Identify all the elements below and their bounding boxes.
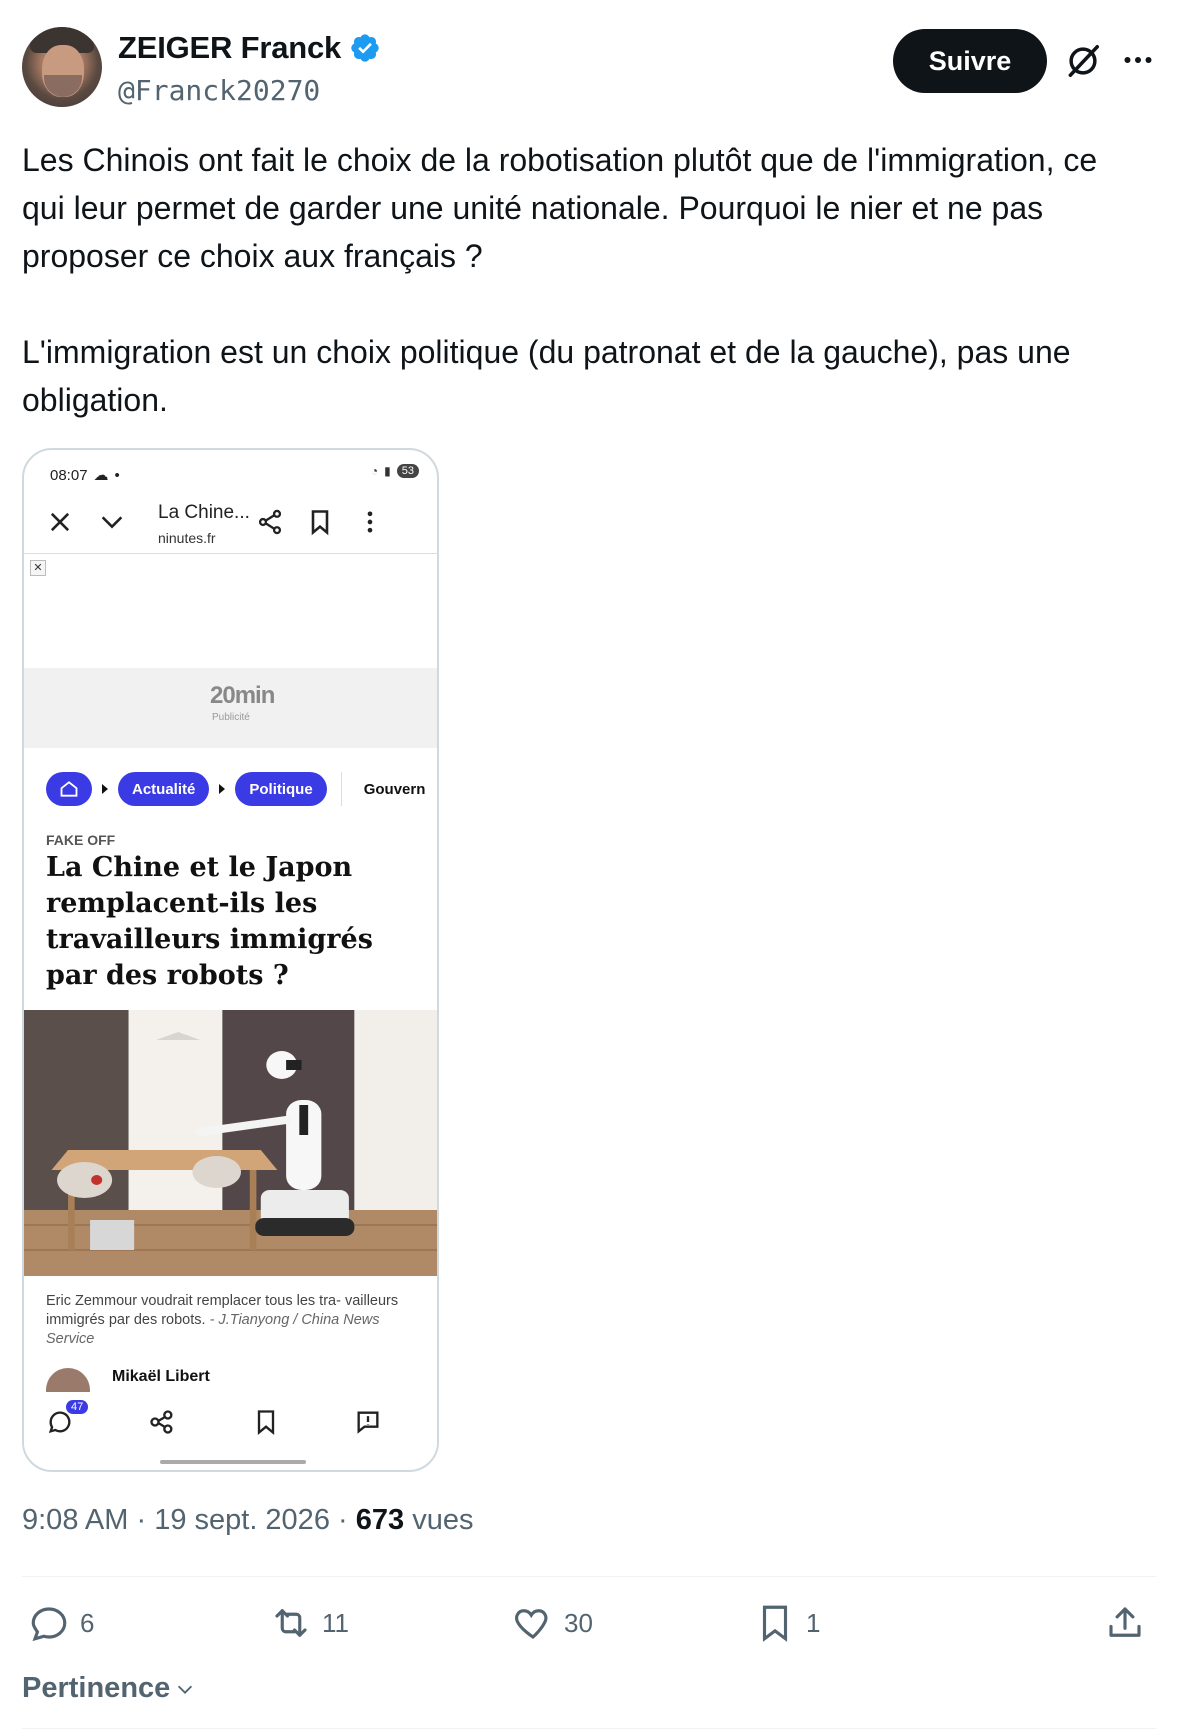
comment-count-badge: 47 bbox=[66, 1400, 89, 1414]
breadcrumb: Actualité Politique Gouvern bbox=[46, 772, 425, 806]
article-bookmark-icon bbox=[257, 1410, 275, 1435]
author-name-row: ZEIGER Franck bbox=[118, 30, 381, 66]
repost-count: 11 bbox=[322, 1607, 349, 1638]
wifi-icon: ◔ bbox=[370, 464, 379, 478]
breadcrumb-arrow-icon bbox=[102, 784, 108, 794]
network-share-icon bbox=[150, 1410, 173, 1434]
report-icon bbox=[357, 1411, 379, 1434]
toolbar-divider bbox=[24, 553, 437, 554]
breadcrumb-arrow-icon bbox=[219, 784, 226, 794]
ad-close-icon: ✕ bbox=[30, 560, 46, 576]
sort-label: Pertinence bbox=[22, 1672, 171, 1704]
like-icon bbox=[515, 1609, 548, 1639]
browser-tab-title: La Chine... bbox=[158, 502, 250, 523]
status-dot-icon: • bbox=[114, 466, 120, 484]
article-kicker: FAKE OFF bbox=[46, 832, 116, 848]
ad-label: Publicité bbox=[212, 712, 250, 723]
tweet-text: Les Chinois ont fait le choix de la robo… bbox=[22, 136, 1142, 472]
views-count: 673 bbox=[355, 1504, 405, 1536]
browser-tab-url: ninutes.fr bbox=[158, 530, 216, 546]
tweet-paragraph-2: L'immigration est un choix politique (du… bbox=[22, 334, 1071, 418]
share-button[interactable] bbox=[1104, 1602, 1146, 1644]
reply-button[interactable]: 6 bbox=[28, 1602, 94, 1644]
bookmark-icon bbox=[762, 1605, 788, 1642]
grok-icon[interactable] bbox=[1064, 42, 1102, 80]
action-bar: 6 11 30 1 bbox=[22, 1602, 1156, 1658]
article-caption: Eric Zemmour voudrait remplacer tous les… bbox=[46, 1292, 406, 1349]
tweet-time[interactable]: 9:08 AM bbox=[22, 1504, 128, 1536]
phone-status-time: 08:07 bbox=[50, 466, 88, 484]
tweet-header: ZEIGER Franck @Franck20270 Suivre bbox=[22, 26, 1156, 116]
breadcrumb-gouvernement: Gouvern bbox=[363, 780, 426, 798]
chevron-down-icon bbox=[101, 516, 123, 529]
like-button[interactable]: 30 bbox=[512, 1602, 593, 1644]
sort-dropdown[interactable]: Pertinence bbox=[22, 1672, 196, 1705]
article-bottom-bar: 47 bbox=[24, 1394, 437, 1450]
browser-toolbar: La Chine... ninutes.fr bbox=[24, 492, 437, 552]
chevron-down-icon bbox=[178, 1685, 193, 1694]
avatar[interactable] bbox=[22, 27, 102, 107]
ad-logo: 20min bbox=[210, 682, 275, 709]
article-author-name: Mikaël Libert bbox=[112, 1368, 210, 1385]
tweet-media-image[interactable]: 08:07 ☁ • ◔ ▮ 53 La Chine... ninutes.fr … bbox=[22, 448, 439, 1472]
signal-icon: ▮ bbox=[384, 464, 391, 478]
repost-icon bbox=[275, 1609, 307, 1637]
tweet-date[interactable]: 19 sept. 2026 bbox=[154, 1504, 330, 1536]
phone-status-bar: 08:07 ☁ • bbox=[50, 466, 120, 485]
tweet-meta: 9:08 AM · 19 sept. 2026 · 673 vues bbox=[22, 1504, 474, 1536]
divider bbox=[22, 1728, 1156, 1729]
author-handle[interactable]: @Franck20270 bbox=[118, 74, 320, 107]
verified-badge-icon bbox=[351, 34, 379, 62]
share-icon bbox=[1109, 1607, 1141, 1637]
phone-status-icons: ◔ ▮ 53 bbox=[371, 464, 419, 478]
like-count: 30 bbox=[564, 1607, 593, 1638]
bookmark-count: 1 bbox=[806, 1607, 821, 1638]
reply-count: 6 bbox=[80, 1607, 95, 1638]
share-icon bbox=[258, 509, 282, 535]
divider bbox=[22, 1576, 1156, 1577]
reply-icon bbox=[31, 1607, 67, 1642]
repost-button[interactable]: 11 bbox=[270, 1602, 349, 1644]
home-icon bbox=[46, 772, 92, 806]
more-vertical-icon bbox=[367, 511, 373, 533]
bookmark-button[interactable]: 1 bbox=[754, 1602, 820, 1644]
breadcrumb-politique: Politique bbox=[235, 772, 327, 806]
article-photo bbox=[24, 1010, 437, 1276]
tweet-paragraph-1: Les Chinois ont fait le choix de la robo… bbox=[22, 142, 1098, 274]
battery-icon: 53 bbox=[396, 464, 419, 478]
author-display-name[interactable]: ZEIGER Franck bbox=[118, 30, 341, 66]
close-icon bbox=[50, 512, 70, 532]
cloud-icon: ☁ bbox=[93, 467, 109, 484]
views-label: vues bbox=[412, 1504, 474, 1536]
ad-banner: 20min Publicité bbox=[24, 668, 437, 748]
follow-button[interactable]: Suivre bbox=[893, 29, 1047, 93]
more-icon[interactable] bbox=[1120, 42, 1156, 78]
article-headline: La Chine et le Japon remplacent-ils les … bbox=[46, 852, 373, 991]
breadcrumb-actualite: Actualité bbox=[118, 772, 210, 806]
bookmark-icon bbox=[311, 510, 329, 536]
phone-home-indicator bbox=[160, 1460, 306, 1464]
article-author-avatar bbox=[46, 1368, 90, 1392]
